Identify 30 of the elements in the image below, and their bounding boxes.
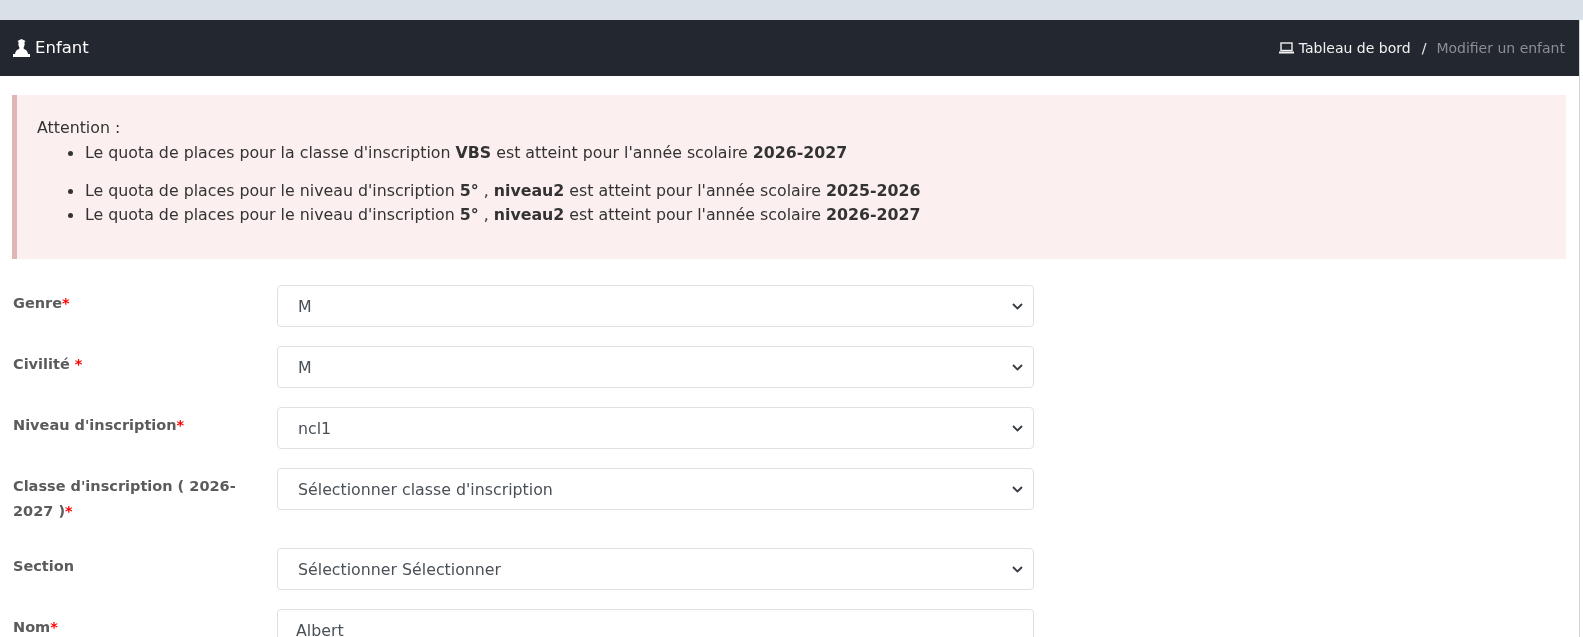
chevron-down-icon [1012,565,1023,573]
alert-message: Le quota de places pour le niveau d'inscription 5° , niveau2 est atteint pour l'année scolaire 2025-2026 [85,180,921,202]
bullet-icon [68,212,73,218]
breadcrumb-link[interactable]: Tableau de bord [1278,38,1411,58]
page-title: Enfant [35,38,89,58]
field-label: Genre* [12,294,71,313]
laptop-icon [1278,42,1294,54]
text-field[interactable]: Albert [277,609,1034,637]
bullet-icon [68,188,73,194]
dropdown[interactable]: M [277,346,1034,388]
dropdown[interactable]: ncl1 [277,407,1034,449]
alert-message: Le quota de places pour le niveau d'inscription 5° , niveau2 est atteint pour l'année scolaire 2026-2027 [85,204,921,226]
field-label: Classe d'inscription ( 2026-2027 )* [12,477,237,521]
alert-message: Le quota de places pour la classe d'inscription VBS est atteint pour l'année scolaire 2026-2027 [85,142,848,164]
field-label: Niveau d'inscription* [12,416,186,435]
breadcrumb-current: Modifier un enfant [1436,39,1565,58]
field-label: Nom* [12,618,59,637]
bullet-icon [68,150,73,156]
chevron-down-icon [1012,424,1023,432]
dropdown[interactable]: M [277,285,1034,327]
field-label: Civilité * [12,355,84,374]
chevron-down-icon [1012,485,1023,493]
alert-title: Attention : [37,117,122,139]
breadcrumb-separator: / [1421,39,1427,58]
field-label: Section [12,557,76,576]
chevron-down-icon [1012,302,1023,310]
dropdown[interactable]: Sélectionner Sélectionner [277,548,1034,590]
chevron-down-icon [1012,363,1023,371]
dropdown[interactable]: Sélectionner classe d'inscription [277,468,1034,510]
bust-icon [13,39,30,57]
